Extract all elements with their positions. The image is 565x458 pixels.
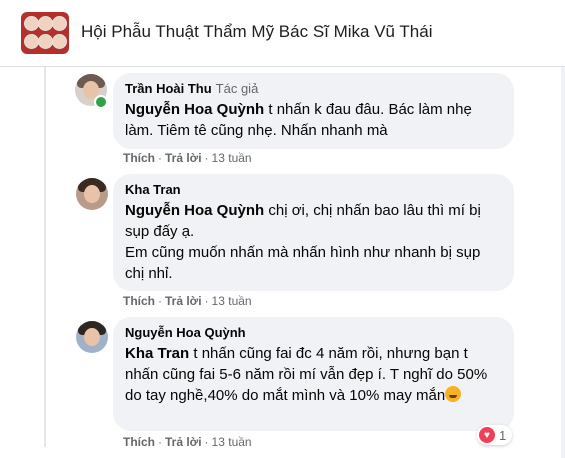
like-button[interactable]: Thích: [123, 151, 155, 165]
avatar[interactable]: [76, 178, 108, 210]
comment-text: Em cũng muốn nhấn mà nhấn hình như nhanh…: [125, 244, 481, 282]
comment-actions: Thích · Trả lời · 13 tuần: [123, 435, 252, 449]
group-header: Hội Phẫu Thuật Thẩm Mỹ Bác Sĩ Mika Vũ Th…: [0, 0, 565, 67]
comment-timestamp[interactable]: 13 tuần: [212, 294, 252, 308]
comment-author[interactable]: Trần Hoài Thu: [125, 81, 212, 96]
comment-timestamp[interactable]: 13 tuần: [212, 435, 252, 449]
comment-bubble: Kha Tran Nguyễn Hoa Quỳnh chị ơi, chị nh…: [113, 174, 514, 291]
mention-link[interactable]: Nguyễn Hoa Quỳnh: [125, 202, 264, 219]
laughing-emoji-icon: [445, 386, 462, 402]
heart-icon: ♥: [479, 427, 495, 443]
like-button[interactable]: Thích: [123, 435, 155, 449]
comment-text: Nguyễn Hoa Quỳnh chị ơi, chị nhấn bao lâ…: [125, 202, 481, 240]
comment-author[interactable]: Nguyễn Hoa Quỳnh: [125, 325, 246, 340]
group-title[interactable]: Hội Phẫu Thuật Thẩm Mỹ Bác Sĩ Mika Vũ Th…: [81, 22, 433, 42]
comment-thread: Trần Hoài Thu Tác giả Nguyễn Hoa Quỳnh t …: [0, 67, 565, 458]
reply-button[interactable]: Trả lời: [165, 435, 202, 449]
like-button[interactable]: Thích: [123, 294, 155, 308]
comment-bubble: Trần Hoài Thu Tác giả Nguyễn Hoa Quỳnh t …: [113, 73, 514, 149]
reply-button[interactable]: Trả lời: [165, 151, 202, 165]
online-status-dot: [94, 95, 108, 109]
thread-line: [44, 67, 46, 447]
reply-button[interactable]: Trả lời: [165, 294, 202, 308]
comment-text: Kha Tran t nhấn cũng fai đc 4 năm rồi, n…: [125, 345, 488, 404]
comment-actions: Thích · Trả lời · 13 tuần: [123, 151, 252, 165]
scrollbar-track[interactable]: [561, 67, 565, 458]
reaction-count: 1: [499, 427, 507, 443]
comment-timestamp[interactable]: 13 tuần: [212, 151, 252, 165]
mention-link[interactable]: Kha Tran: [125, 345, 189, 362]
comment-bubble: Nguyễn Hoa Quỳnh Kha Tran t nhấn cũng fa…: [113, 317, 514, 431]
author-badge: Tác giả: [215, 81, 259, 96]
avatar[interactable]: [76, 321, 108, 353]
comment-text: Nguyễn Hoa Quỳnh t nhấn k đau đâu. Bác l…: [125, 101, 472, 139]
comment-author[interactable]: Kha Tran: [125, 182, 181, 197]
reaction-summary[interactable]: ♥ 1: [477, 425, 513, 445]
comment-actions: Thích · Trả lời · 13 tuần: [123, 294, 252, 308]
mention-link[interactable]: Nguyễn Hoa Quỳnh: [125, 101, 264, 118]
group-avatar[interactable]: [21, 12, 69, 54]
